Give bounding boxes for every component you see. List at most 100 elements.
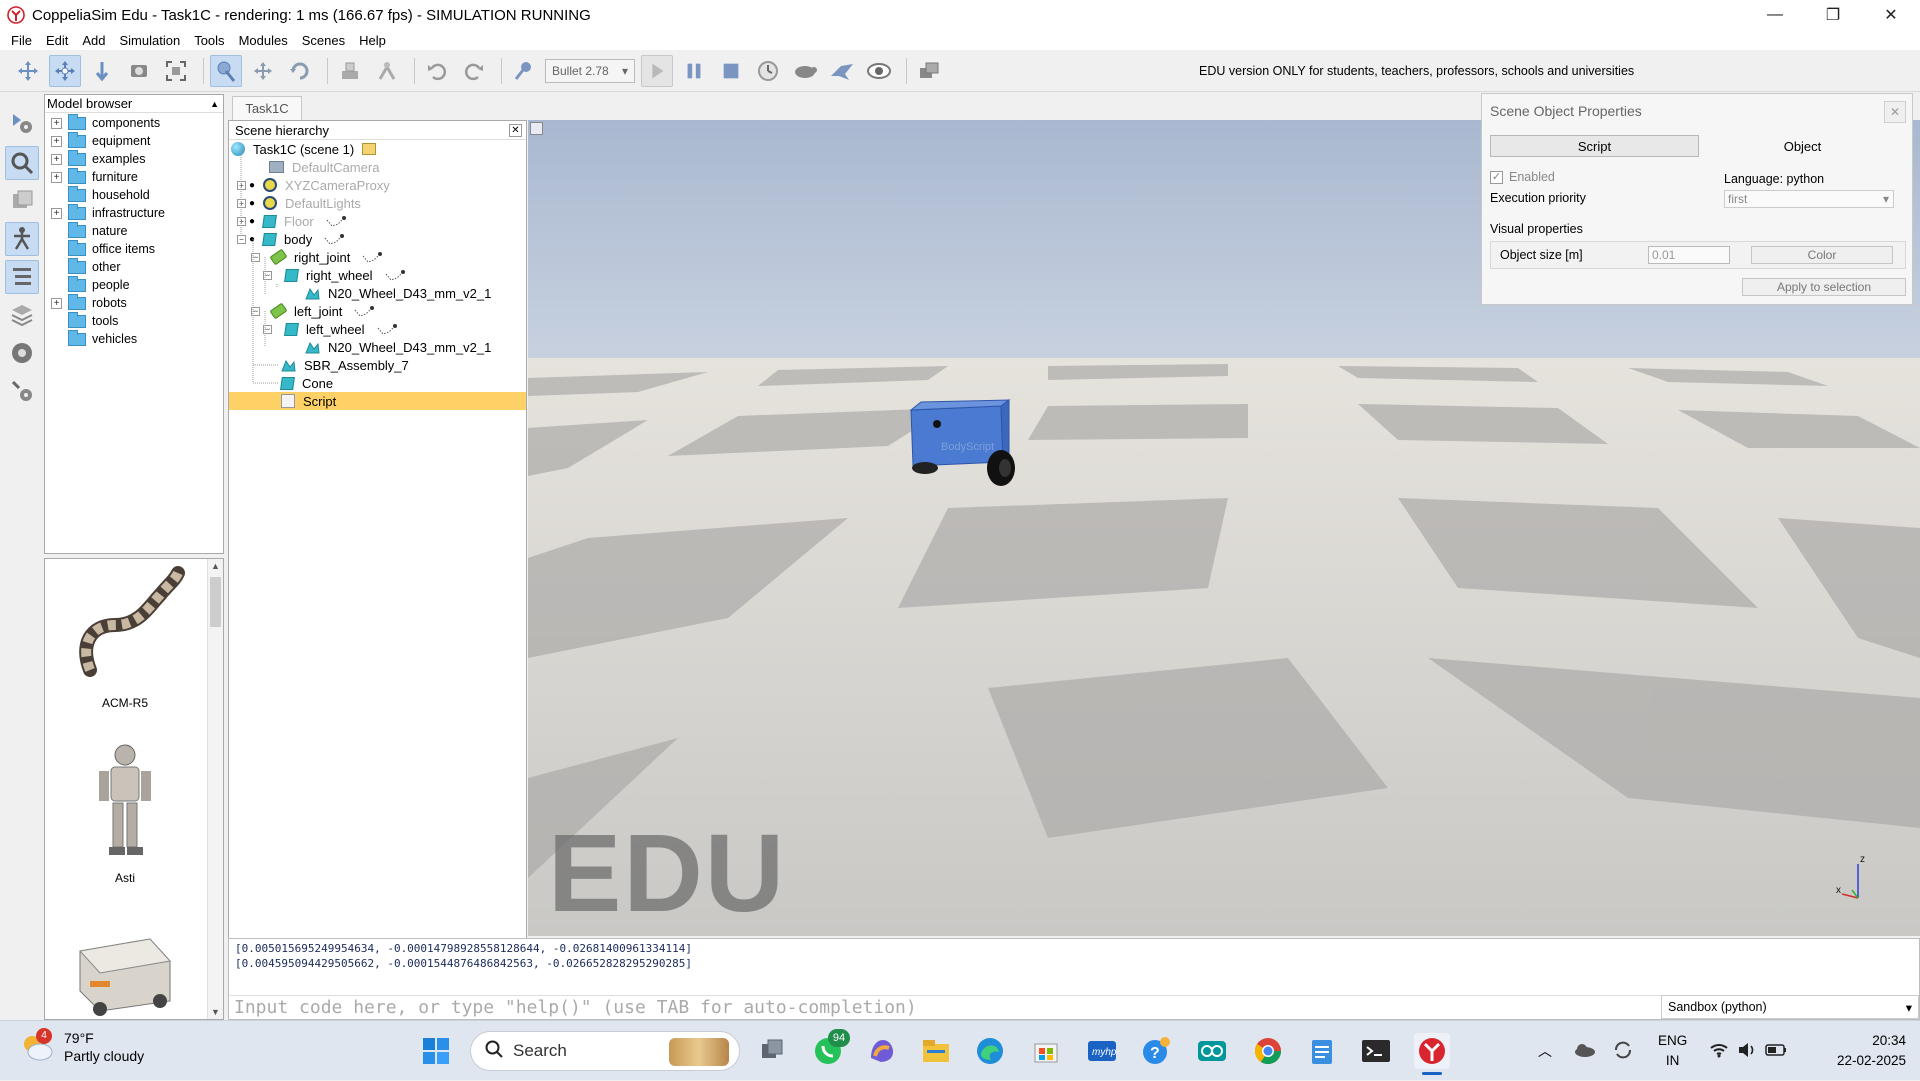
menu-modules[interactable]: Modules xyxy=(232,33,295,48)
hierarchy-row-left-wheel-mesh[interactable]: N20_Wheel_D43_mm_v2_1 xyxy=(229,338,526,356)
hierarchy-row-cone[interactable]: Cone xyxy=(229,374,526,392)
onedrive-icon[interactable] xyxy=(1574,1043,1596,1060)
menu-file[interactable]: File xyxy=(4,33,39,48)
color-button[interactable]: Color xyxy=(1751,246,1893,264)
maximize-button[interactable]: ❐ xyxy=(1804,0,1862,30)
user-settings-icon[interactable] xyxy=(5,374,39,408)
calculation-modules-icon[interactable] xyxy=(5,336,39,370)
redo-icon[interactable] xyxy=(458,55,490,87)
expand-icon[interactable]: + xyxy=(51,297,62,309)
menu-tools[interactable]: Tools xyxy=(187,33,231,48)
fit-to-view-icon[interactable] xyxy=(160,55,192,87)
collapse-up-icon[interactable]: ▲ xyxy=(210,99,219,109)
file-explorer-icon[interactable] xyxy=(918,1033,954,1069)
code-input[interactable]: Input code here, or type "help()" (use T… xyxy=(229,995,1661,1019)
expand-icon[interactable]: + xyxy=(51,153,62,165)
model-thumb-asti[interactable]: Asti xyxy=(45,741,205,891)
assemble-icon[interactable] xyxy=(334,55,366,87)
real-time-icon[interactable] xyxy=(752,55,784,87)
model-thumb-vehicle[interactable] xyxy=(45,921,205,1019)
undo-icon[interactable] xyxy=(421,55,453,87)
model-folder-people[interactable]: people xyxy=(45,275,223,294)
execution-priority-select[interactable]: first ▾ xyxy=(1724,190,1894,208)
wifi-icon[interactable] xyxy=(1709,1042,1729,1061)
scrollbar-thumb[interactable] xyxy=(210,577,221,627)
arduino-icon[interactable] xyxy=(1194,1033,1230,1069)
collapse-icon[interactable]: − xyxy=(237,234,246,244)
slow-down-icon[interactable] xyxy=(789,55,821,87)
scroll-down-icon[interactable]: ▼ xyxy=(208,1007,223,1017)
microsoft-store-icon[interactable] xyxy=(1028,1033,1064,1069)
menu-add[interactable]: Add xyxy=(75,33,112,48)
weather-widget[interactable]: 4 79°F Partly cloudy xyxy=(20,1028,144,1065)
language-indicator[interactable]: ENG IN xyxy=(1658,1031,1687,1071)
object-rotate-icon[interactable] xyxy=(284,55,316,87)
expand-icon[interactable]: + xyxy=(51,207,62,219)
whatsapp-icon[interactable]: 94 xyxy=(810,1029,850,1069)
list-toggle-icon[interactable] xyxy=(5,260,39,294)
clock[interactable]: 20:34 22-02-2025 xyxy=(1818,1031,1906,1071)
expand-icon[interactable]: + xyxy=(237,198,246,208)
notepad-icon[interactable] xyxy=(1304,1033,1340,1069)
hierarchy-toggle-icon[interactable] xyxy=(5,222,39,256)
hierarchy-row-right-wheel[interactable]: − right_wheel xyxy=(229,266,526,284)
camera-shift-icon[interactable] xyxy=(86,55,118,87)
hierarchy-row-defaultlights[interactable]: + ● DefaultLights xyxy=(229,194,526,212)
click-selection-icon[interactable] xyxy=(210,54,242,87)
tab-task1c[interactable]: Task1C xyxy=(232,96,302,120)
hierarchy-row-left-wheel[interactable]: − left_wheel xyxy=(229,320,526,338)
minimize-button[interactable]: — xyxy=(1746,0,1804,30)
expand-icon[interactable]: + xyxy=(51,171,62,183)
model-folder-components[interactable]: + components xyxy=(45,113,223,132)
pause-simulation-icon[interactable] xyxy=(678,55,710,87)
object-shift-icon[interactable] xyxy=(247,55,279,87)
copilot-icon[interactable] xyxy=(864,1033,900,1069)
menu-edit[interactable]: Edit xyxy=(39,33,75,48)
collapse-icon[interactable]: − xyxy=(251,252,260,262)
model-folder-robots[interactable]: + robots xyxy=(45,293,223,312)
physics-engine-select[interactable]: Bullet 2.78 ▾ xyxy=(545,58,635,83)
menu-scenes[interactable]: Scenes xyxy=(295,33,352,48)
expand-icon[interactable]: + xyxy=(237,180,246,190)
sandbox-select[interactable]: Sandbox (python) ▾ xyxy=(1661,995,1919,1019)
expand-icon[interactable]: + xyxy=(51,135,62,147)
visualization-toggle-icon[interactable] xyxy=(863,55,895,87)
model-folder-tools[interactable]: tools xyxy=(45,311,223,330)
model-folder-examples[interactable]: + examples xyxy=(45,149,223,168)
myhp-icon[interactable]: myhp xyxy=(1084,1033,1120,1069)
robot-model[interactable]: BodyScript xyxy=(891,396,1031,496)
menu-simulation[interactable]: Simulation xyxy=(113,33,188,48)
camera-pan-icon[interactable] xyxy=(12,55,44,87)
menu-help[interactable]: Help xyxy=(352,33,393,48)
hierarchy-row-xyzcameraproxy[interactable]: + ● XYZCameraProxy xyxy=(229,176,526,194)
scroll-up-icon[interactable]: ▲ xyxy=(208,561,223,571)
model-thumb-acm-r5[interactable]: ACM-R5 xyxy=(45,565,205,715)
model-folder-office-items[interactable]: office items xyxy=(45,239,223,258)
get-help-icon[interactable]: ? xyxy=(1138,1033,1174,1069)
windows-start-icon[interactable] xyxy=(418,1033,454,1069)
tab-object[interactable]: Object xyxy=(1699,135,1906,157)
model-folder-infrastructure[interactable]: + infrastructure xyxy=(45,203,223,222)
camera-rotate-icon[interactable] xyxy=(49,54,81,87)
hierarchy-row-script[interactable]: Script xyxy=(229,392,526,410)
expand-icon[interactable]: + xyxy=(237,216,246,226)
terminal-icon[interactable] xyxy=(1358,1033,1394,1069)
collapse-icon[interactable]: − xyxy=(251,306,260,316)
collections-icon[interactable] xyxy=(5,298,39,332)
transfer-dna-icon[interactable] xyxy=(371,55,403,87)
model-folder-vehicles[interactable]: vehicles xyxy=(45,329,223,348)
enabled-checkbox[interactable]: ✓ xyxy=(1490,171,1503,185)
collapse-icon[interactable]: − xyxy=(263,270,272,280)
layers-icon[interactable] xyxy=(5,184,39,218)
close-button[interactable]: ✕ xyxy=(1862,0,1920,30)
scene-script-icon[interactable] xyxy=(362,143,377,155)
hierarchy-row-defaultcamera[interactable]: DefaultCamera xyxy=(229,158,526,176)
hierarchy-row-right-wheel-mesh[interactable]: N20_Wheel_D43_mm_v2_1 xyxy=(229,284,526,302)
model-folder-equipment[interactable]: + equipment xyxy=(45,131,223,150)
speed-up-icon[interactable] xyxy=(826,55,858,87)
hierarchy-row-scene[interactable]: Task1C (scene 1) xyxy=(229,140,526,158)
browser-toggle-icon[interactable] xyxy=(5,146,39,180)
start-simulation-icon[interactable] xyxy=(641,54,673,87)
dynamics-settings-icon[interactable] xyxy=(508,55,540,87)
model-folder-household[interactable]: household xyxy=(45,185,223,204)
